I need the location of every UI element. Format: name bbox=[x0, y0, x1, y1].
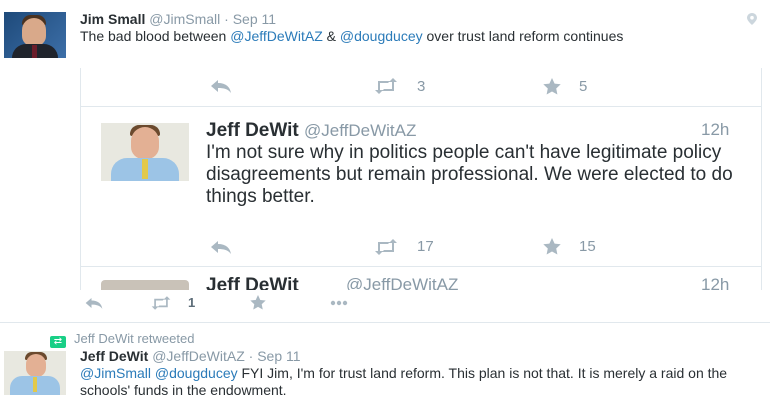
retweet-icon[interactable] bbox=[373, 239, 399, 255]
author-name[interactable]: Jeff DeWit bbox=[206, 275, 299, 290]
tweet-text: I'm not sure why in politics people can'… bbox=[206, 142, 733, 207]
author-name[interactable]: Jeff DeWit bbox=[206, 120, 299, 141]
tweet-header: Jeff DeWit @JeffDeWitAZ bbox=[206, 120, 416, 142]
tweet-header: Jim Small @JimSmall · Sep 11 bbox=[80, 11, 276, 27]
reply-icon[interactable] bbox=[84, 296, 104, 310]
mention-link[interactable]: @JimSmall bbox=[80, 365, 151, 381]
reply-icon[interactable] bbox=[209, 239, 233, 255]
favorite-icon[interactable] bbox=[250, 295, 266, 310]
author-name[interactable]: Jeff DeWit bbox=[80, 348, 148, 364]
author-handle[interactable]: @JimSmall bbox=[149, 11, 220, 27]
favorite-count: 15 bbox=[579, 238, 596, 255]
tweet-text-part: The bad blood between bbox=[80, 28, 231, 44]
avatar[interactable] bbox=[101, 280, 189, 290]
tweet-actions: 17 15 bbox=[81, 233, 761, 263]
avatar[interactable] bbox=[4, 351, 66, 395]
tweet-actions: 3 5 bbox=[81, 68, 761, 98]
retweet-count: 1 bbox=[188, 295, 196, 310]
retweet-context: ⇄ Jeff DeWit retweeted bbox=[50, 331, 194, 348]
favorite-count: 5 bbox=[579, 78, 588, 95]
next-tweet-preview[interactable]: Jeff DeWit @JeffDeWitAZ 12h bbox=[81, 273, 761, 290]
retweet-icon[interactable] bbox=[150, 296, 172, 310]
location-icon[interactable] bbox=[747, 13, 757, 25]
tweet-text-part: & bbox=[322, 28, 340, 44]
tweet-text-part: over trust land reform continues bbox=[422, 28, 624, 44]
divider bbox=[81, 266, 761, 267]
tweet-time[interactable]: 12h bbox=[701, 120, 729, 140]
retweet-icon[interactable] bbox=[373, 78, 399, 94]
author-handle[interactable]: @JeffDeWitAZ bbox=[346, 275, 458, 290]
retweet-count: 17 bbox=[417, 238, 434, 255]
author-handle[interactable]: @JeffDeWitAZ bbox=[152, 348, 245, 364]
reply-icon[interactable] bbox=[209, 78, 233, 94]
retweet-count: 3 bbox=[417, 78, 426, 95]
tweet-date[interactable]: Sep 11 bbox=[233, 11, 276, 27]
tweet-actions: 1 bbox=[80, 292, 380, 314]
tweet-text: The bad blood between @JeffDeWitAZ & @do… bbox=[80, 28, 750, 44]
author-handle[interactable]: @JeffDeWitAZ bbox=[304, 121, 416, 140]
mention-link[interactable]: @JeffDeWitAZ bbox=[230, 28, 323, 44]
tweet-jim-small[interactable]: Jim Small @JimSmall · Sep 11 The bad blo… bbox=[0, 0, 770, 322]
tweet-date[interactable]: Sep 11 bbox=[257, 348, 300, 364]
retweet-icon: ⇄ bbox=[50, 336, 66, 348]
avatar[interactable] bbox=[4, 12, 66, 58]
author-name[interactable]: Jim Small bbox=[80, 11, 145, 27]
tweet-text: @JimSmall @dougducey FYI Jim, I'm for tr… bbox=[80, 365, 760, 399]
mention-link[interactable]: @dougducey bbox=[155, 365, 238, 381]
tweet-time[interactable]: 12h bbox=[701, 275, 729, 290]
more-icon[interactable] bbox=[330, 300, 348, 306]
avatar[interactable] bbox=[101, 123, 189, 181]
divider bbox=[81, 106, 761, 107]
tweet-jeff-dewit[interactable]: ⇄ Jeff DeWit retweeted Jeff DeWit @JeffDe… bbox=[0, 322, 770, 401]
mention-link[interactable]: @dougducey bbox=[340, 28, 423, 44]
retweeted-by-label[interactable]: Jeff DeWit retweeted bbox=[74, 331, 194, 346]
favorite-icon[interactable] bbox=[543, 78, 561, 95]
separator: · bbox=[224, 11, 229, 27]
favorite-icon[interactable] bbox=[543, 238, 561, 255]
embedded-timeline: 3 5 Jeff DeWit @JeffDeWitAZ 12h I'm not … bbox=[80, 68, 762, 290]
tweet-header: Jeff DeWit @JeffDeWitAZ · Sep 11 bbox=[80, 348, 301, 364]
separator: · bbox=[248, 348, 254, 364]
